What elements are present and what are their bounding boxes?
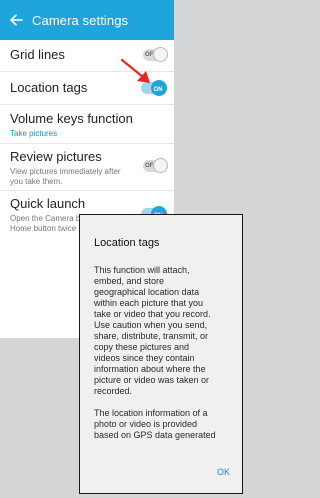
back-arrow-icon[interactable] <box>9 13 23 27</box>
setting-review-pictures[interactable]: Review pictures View pictures immediatel… <box>10 149 130 187</box>
setting-value: Take pictures <box>10 129 58 138</box>
page-title: Camera settings <box>32 12 129 28</box>
setting-description-line: Home button twice <box>10 224 77 233</box>
setting-description: View pictures immediately after you take… <box>10 167 121 186</box>
dialog-footer: OK <box>80 455 242 493</box>
divider <box>0 104 174 105</box>
app-bar: Camera settings <box>0 0 174 40</box>
setting-title: Review pictures <box>10 149 102 164</box>
setting-volume-keys-function[interactable]: Volume keys function Take pictures <box>10 111 160 139</box>
setting-quick-launch[interactable]: Quick launch Open the Camera b Home butt… <box>10 196 85 234</box>
dialog-paragraph: The location information of a photo or v… <box>94 408 216 440</box>
dialog-paragraph: This function will attach, embed, and st… <box>94 265 211 396</box>
ok-button[interactable]: OK <box>217 467 230 477</box>
dialog-title: Location tags <box>94 237 160 249</box>
red-arrow-icon <box>120 58 150 83</box>
toggle-knob <box>153 158 168 173</box>
setting-title: Volume keys function <box>10 111 133 126</box>
divider <box>0 143 174 144</box>
scroll-fade <box>80 439 242 455</box>
toggle-knob <box>153 47 168 62</box>
divider <box>0 190 174 191</box>
dialog-body[interactable]: This function will attach, embed, and st… <box>94 265 216 452</box>
review-pictures-toggle[interactable]: OFF <box>143 158 168 173</box>
location-tags-dialog: Location tags This function will attach,… <box>79 214 243 494</box>
setting-description-line: Open the Camera b <box>10 214 81 223</box>
setting-title: Quick launch <box>10 196 86 211</box>
